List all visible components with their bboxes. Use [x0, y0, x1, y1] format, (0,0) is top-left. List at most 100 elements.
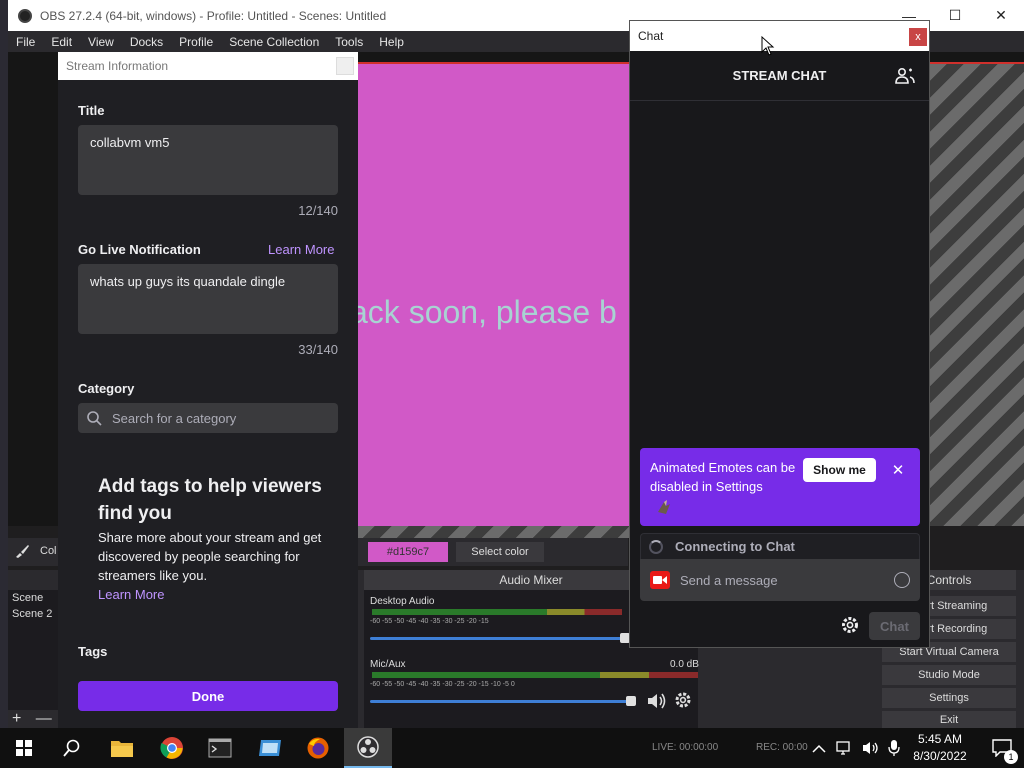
title-field[interactable]: collabvm vm5 — [78, 125, 338, 195]
done-button[interactable]: Done — [78, 681, 338, 711]
notification-badge: 1 — [1004, 750, 1018, 764]
users-icon[interactable] — [895, 67, 915, 85]
studio-mode-button[interactable]: Studio Mode — [882, 665, 1016, 685]
track-name-desktop-audio: Desktop Audio — [370, 596, 435, 607]
search-icon — [87, 411, 102, 426]
track-db-mic-aux: 0.0 dB — [670, 659, 699, 670]
folder-icon — [111, 741, 133, 757]
volume-slider-mic-aux[interactable] — [370, 700, 634, 703]
speaker-icon[interactable] — [646, 691, 668, 711]
meter-scale-desktop-audio: -60 -55 -50 -45 -40 -35 -30 -25 -20 -15 — [370, 618, 489, 625]
track-name-mic-aux: Mic/Aux — [370, 659, 406, 670]
preview-text: ack soon, please b — [350, 294, 617, 330]
color-source-label: Col — [40, 545, 57, 557]
network-icon[interactable] — [836, 740, 854, 756]
chat-send-button[interactable]: Chat — [869, 612, 920, 640]
select-color-button[interactable]: Select color — [456, 542, 544, 562]
color-swatch[interactable]: #d159c7 — [368, 542, 448, 562]
maximize-button[interactable]: ☐ — [932, 0, 978, 31]
meter-scale-mic-aux: -60 -55 -50 -45 -40 -35 -30 -25 -20 -15 … — [370, 681, 515, 688]
chrome-icon — [160, 737, 183, 759]
stream-info-close-button[interactable] — [336, 57, 354, 75]
close-button[interactable]: ✕ — [978, 0, 1024, 31]
emotes-promo-card: Animated Emotes can be disabled in Setti… — [640, 448, 920, 526]
volume-handle-mic-aux[interactable] — [626, 696, 636, 706]
tags-heading: Add tags to help viewers find you — [98, 476, 322, 524]
camera-icon — [650, 571, 670, 589]
chevron-up-icon[interactable] — [812, 743, 826, 753]
volume-slider-desktop-audio[interactable] — [370, 637, 626, 640]
gear-icon[interactable] — [674, 691, 692, 709]
exit-button[interactable]: Exit — [882, 711, 1016, 728]
connecting-status: Connecting to Chat — [640, 533, 920, 559]
taskbar-firefox[interactable] — [294, 728, 342, 768]
menu-view[interactable]: View — [80, 35, 122, 49]
menu-scene-collection[interactable]: Scene Collection — [221, 35, 327, 49]
notification-field[interactable]: whats up guys its quandale dingle — [78, 264, 338, 334]
taskbar-clock[interactable]: 5:45 AM 8/30/2022 — [904, 731, 976, 765]
stream-chat-header: STREAM CHAT — [630, 51, 929, 101]
learn-more-link[interactable]: Learn More — [268, 242, 334, 257]
promo-close-icon[interactable]: ✕ — [888, 460, 908, 480]
microphone-icon[interactable] — [888, 739, 900, 757]
menu-file[interactable]: File — [8, 35, 43, 49]
chat-settings-gear-icon[interactable] — [840, 615, 860, 635]
volume-meter-desktop-audio — [372, 609, 622, 615]
show-me-button[interactable]: Show me — [803, 458, 876, 482]
settings-button[interactable]: Settings — [882, 688, 1016, 708]
mouse-cursor-icon — [761, 36, 775, 56]
app-window-icon — [259, 740, 281, 756]
tags-description: Share more about your stream and get dis… — [98, 528, 338, 604]
message-placeholder: Send a message — [680, 572, 778, 588]
category-placeholder: Search for a category — [112, 410, 237, 426]
menu-help[interactable]: Help — [371, 35, 412, 49]
taskbar-search[interactable] — [48, 728, 96, 768]
stream-info-title: Stream Information — [66, 59, 169, 73]
volume-meter-mic-aux — [372, 672, 698, 678]
chat-window: Chat x STREAM CHAT Animated Emotes can b… — [629, 20, 930, 648]
category-label: Category — [78, 381, 135, 396]
notification-center[interactable]: 1 — [980, 728, 1024, 768]
send-message-input[interactable]: Send a message — [640, 559, 920, 601]
preview-stripes-right — [930, 64, 1024, 526]
stream-info-titlebar: Stream Information — [58, 52, 358, 80]
volume-icon[interactable] — [862, 740, 880, 756]
mixer-track-icons — [646, 691, 692, 711]
obs-icon — [357, 736, 379, 758]
menu-tools[interactable]: Tools — [327, 35, 371, 49]
taskbar-chrome[interactable] — [148, 728, 196, 768]
rec-status: REC: 00:00 — [756, 742, 808, 753]
taskbar-file-explorer[interactable] — [98, 728, 146, 768]
tags-label: Tags — [78, 644, 108, 659]
windows-taskbar: LIVE: 00:00:00 REC: 00:00 5:45 AM 8/30/2… — [0, 728, 1024, 768]
tags-learn-more-link[interactable]: Learn More — [98, 587, 164, 602]
firefox-icon — [307, 737, 329, 759]
obs-window-title: OBS 27.2.4 (64-bit, windows) - Profile: … — [40, 8, 387, 23]
remove-scene-button[interactable]: — — [36, 710, 52, 727]
taskbar-terminal[interactable] — [196, 728, 244, 768]
scene-item[interactable]: Scene 2 — [8, 606, 58, 622]
obs-app-icon — [18, 8, 32, 23]
menu-docks[interactable]: Docks — [122, 35, 171, 49]
menu-edit[interactable]: Edit — [43, 35, 80, 49]
start-button[interactable] — [0, 728, 48, 768]
chat-close-button[interactable]: x — [909, 28, 927, 46]
emoji-picker-icon[interactable] — [894, 572, 910, 588]
windows-logo-icon — [16, 740, 32, 756]
loading-spinner-icon — [649, 539, 663, 554]
terminal-icon — [208, 738, 232, 758]
add-scene-button[interactable]: + — [12, 710, 21, 727]
chat-window-title: Chat — [638, 29, 664, 43]
stream-information-window: Stream Information Title collabvm vm5 12… — [58, 52, 358, 728]
category-search-input[interactable]: Search for a category — [78, 403, 338, 433]
scene-item[interactable]: Scene — [8, 590, 58, 606]
tags-description-text: Share more about your stream and get dis… — [98, 530, 322, 583]
preview-canvas[interactable]: ack soon, please b — [350, 62, 630, 526]
title-label: Title — [78, 103, 105, 118]
title-char-count: 12/140 — [298, 203, 338, 218]
taskbar-app[interactable] — [246, 728, 294, 768]
taskbar-obs[interactable] — [344, 728, 392, 768]
menu-profile[interactable]: Profile — [171, 35, 221, 49]
chat-titlebar[interactable]: Chat x — [630, 21, 929, 51]
search-icon — [63, 739, 80, 757]
